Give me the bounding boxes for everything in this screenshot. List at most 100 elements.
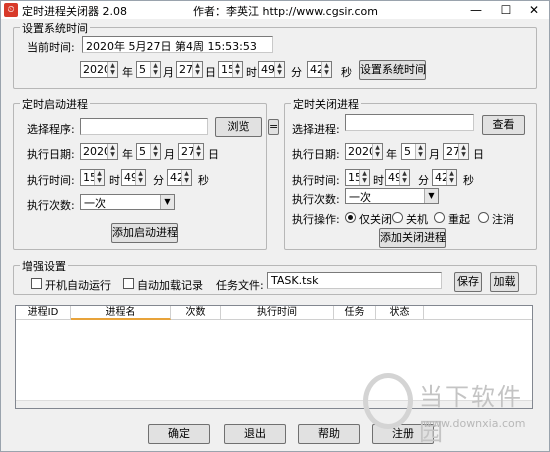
add-start-process-button[interactable]: 添加启动进程 — [111, 223, 178, 243]
column-header-process-name[interactable]: 进程名 — [71, 306, 171, 320]
column-header-task[interactable]: 任务 — [334, 306, 376, 320]
start-day-unit: 日 — [208, 148, 219, 161]
enhanced-settings-group-label: 增强设置 — [20, 258, 68, 274]
start-program-input[interactable] — [80, 118, 208, 135]
start-minute-spinner[interactable]: 49 ▲ ▼ — [121, 169, 146, 186]
close-hour-spinner[interactable]: 15 ▲ ▼ — [345, 169, 370, 186]
sys-minute-spinner[interactable]: 49 ▲ ▼ — [258, 61, 285, 78]
close-second-unit: 秒 — [463, 174, 474, 187]
author-line: 作者：李英江 http://www.cgsir.com — [193, 5, 378, 18]
load-button[interactable]: 加载 — [490, 272, 519, 292]
set-system-time-button[interactable]: 设置系统时间 — [359, 60, 426, 80]
close-month-spinner[interactable]: 5 ▲ ▼ — [401, 143, 426, 160]
task-file-input[interactable]: TASK.tsk — [267, 272, 442, 289]
close-window-button[interactable]: ✕ — [519, 1, 549, 19]
op-close-only-radio[interactable] — [345, 212, 356, 223]
sys-year-unit: 年 — [122, 66, 133, 79]
close-hour-unit: 时 — [373, 174, 384, 187]
save-button[interactable]: 保存 — [454, 272, 482, 292]
close-day-spinner[interactable]: 27 ▲ ▼ — [443, 143, 469, 160]
sys-hour-unit: 时 — [246, 66, 257, 79]
minimize-button[interactable]: — — [461, 1, 491, 19]
app-window: ⏲ 定时进程关闭器 2.08 作者：李英江 http://www.cgsir.c… — [0, 0, 550, 452]
current-time-display: 2020年 5月27日 第4周 15:53:53 — [82, 36, 273, 53]
close-process-group-label: 定时关闭进程 — [291, 96, 361, 112]
column-header-count[interactable]: 次数 — [171, 306, 221, 320]
column-header-process-id[interactable]: 进程ID — [16, 306, 71, 320]
start-minute-unit: 分 — [153, 174, 164, 187]
close-second-spinner[interactable]: 42 ▲ ▼ — [432, 169, 457, 186]
close-minute-unit: 分 — [418, 174, 429, 187]
start-month-spinner[interactable]: 5 ▲ ▼ — [136, 143, 161, 160]
start-day-spinner[interactable]: 27 ▲ ▼ — [178, 143, 204, 160]
close-day-unit: 日 — [473, 148, 484, 161]
autostart-label: 开机自动运行 — [45, 279, 111, 292]
sys-day-unit: 日 — [205, 66, 216, 79]
current-time-label: 当前时间: — [27, 41, 75, 54]
start-second-spinner[interactable]: 42 ▲ ▼ — [167, 169, 192, 186]
start-date-label: 执行日期: — [27, 148, 75, 161]
close-minute-spinner[interactable]: 49 ▲ ▼ — [385, 169, 410, 186]
sys-second-spinner[interactable]: 42 ▲ ▼ — [307, 61, 332, 78]
op-shutdown-radio[interactable] — [392, 212, 403, 223]
close-op-label: 执行操作: — [292, 213, 340, 226]
start-time-label: 执行时间: — [27, 174, 75, 187]
view-process-button[interactable]: 查看 — [482, 115, 525, 135]
start-hour-spinner[interactable]: 15 ▲ ▼ — [80, 169, 105, 186]
start-month-unit: 月 — [164, 148, 175, 161]
sys-second-unit: 秒 — [341, 66, 352, 79]
close-year-spinner[interactable]: 2020 ▲ ▼ — [345, 143, 383, 160]
app-icon: ⏲ — [4, 3, 18, 17]
start-choose-label: 选择程序: — [27, 123, 75, 136]
column-header-exec-time[interactable]: 执行时间 — [221, 306, 334, 320]
close-time-label: 执行时间: — [292, 174, 340, 187]
column-header-status[interactable]: 状态 — [376, 306, 424, 320]
task-list-header: 进程ID 进程名 次数 执行时间 任务 状态 — [16, 306, 532, 320]
op-close-only-label: 仅关闭 — [359, 213, 392, 226]
window-title: 定时进程关闭器 2.08 — [22, 5, 127, 18]
autoload-label: 自动加载记录 — [137, 279, 203, 292]
chevron-down-icon: ▼ — [160, 195, 174, 209]
exit-button[interactable]: 退出 — [224, 424, 286, 444]
autoload-checkbox[interactable] — [123, 278, 134, 289]
close-choose-label: 选择进程: — [292, 123, 340, 136]
sys-year-spinner[interactable]: 2020 ▲ ▼ — [80, 61, 118, 78]
sys-day-spinner[interactable]: 27 ▲ ▼ — [176, 61, 203, 78]
watermark: 当下软件园 www.downxia.com — [363, 373, 533, 446]
op-restart-radio[interactable] — [434, 212, 445, 223]
start-second-unit: 秒 — [198, 174, 209, 187]
chevron-down-icon: ▼ — [424, 189, 438, 203]
op-logoff-label: 注消 — [492, 213, 514, 226]
maximize-button[interactable]: ☐ — [491, 1, 521, 19]
close-count-label: 执行次数: — [292, 193, 340, 206]
close-count-select[interactable]: 一次 ▼ — [345, 188, 439, 204]
watermark-url: www.downxia.com — [423, 417, 526, 430]
ok-button[interactable]: 确定 — [148, 424, 210, 444]
start-process-group-label: 定时启动进程 — [20, 96, 90, 112]
browse-button[interactable]: 浏览 — [215, 117, 262, 137]
system-time-group-label: 设置系统时间 — [20, 20, 90, 36]
start-count-label: 执行次数: — [27, 199, 75, 212]
op-restart-label: 重起 — [448, 213, 470, 226]
copy-arrow-button[interactable]: = — [268, 119, 279, 135]
task-file-label: 任务文件: — [216, 279, 264, 292]
help-button[interactable]: 帮助 — [298, 424, 360, 444]
watermark-title: 当下软件园 — [419, 383, 523, 446]
autostart-checkbox[interactable] — [31, 278, 42, 289]
sys-hour-spinner[interactable]: 15 ▲ ▼ — [218, 61, 243, 78]
close-month-unit: 月 — [429, 148, 440, 161]
close-process-input[interactable] — [345, 114, 474, 131]
start-year-unit: 年 — [122, 148, 133, 161]
add-close-process-button[interactable]: 添加关闭进程 — [379, 228, 446, 248]
start-hour-unit: 时 — [109, 174, 120, 187]
watermark-logo-icon — [363, 373, 413, 429]
title-bar: ⏲ 定时进程关闭器 2.08 作者：李英江 http://www.cgsir.c… — [1, 1, 549, 19]
sys-minute-unit: 分 — [291, 66, 302, 79]
sys-month-spinner[interactable]: 5 ▲ ▼ — [136, 61, 161, 78]
close-date-label: 执行日期: — [292, 148, 340, 161]
start-year-spinner[interactable]: 2020 ▲ ▼ — [80, 143, 118, 160]
start-count-select[interactable]: 一次 ▼ — [80, 194, 175, 210]
close-year-unit: 年 — [386, 148, 397, 161]
op-shutdown-label: 关机 — [406, 213, 428, 226]
op-logoff-radio[interactable] — [478, 212, 489, 223]
